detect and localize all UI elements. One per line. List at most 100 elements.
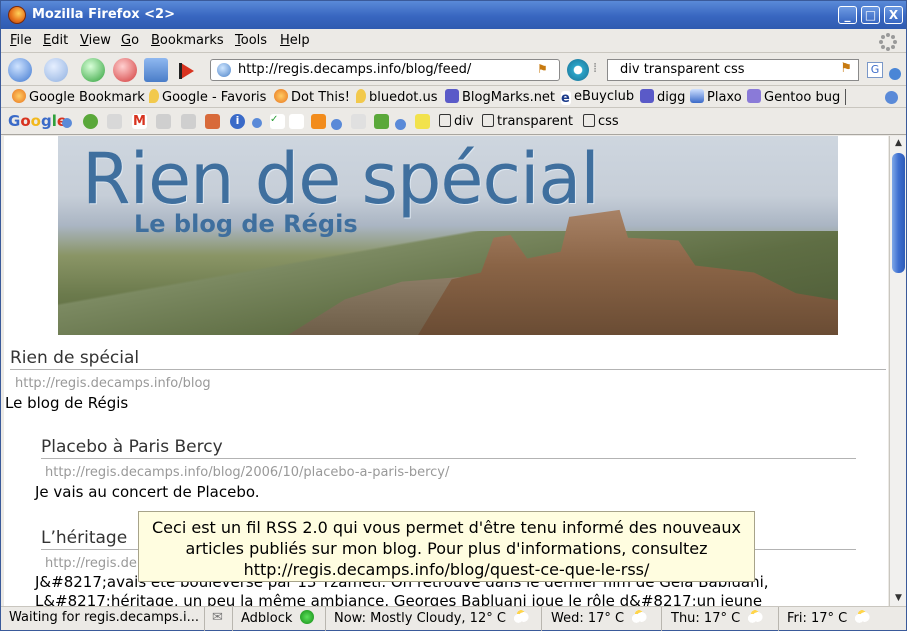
dropdown-icon[interactable] [252,118,262,128]
bookmark-icon [690,89,704,103]
feed-indicator-icon[interactable]: ⚑ [537,62,553,78]
lightbulb-icon [149,89,159,103]
tooltip-line: articles publiés sur mon blog. Pour plus… [185,539,708,558]
rss-icon[interactable] [311,114,326,129]
adblock-status[interactable]: Adblock [233,607,326,631]
rss-info-tooltip: Ceci est un fil RSS 2.0 qui vous permet … [138,511,755,582]
reload-icon[interactable] [81,58,105,82]
popup-blocker-icon[interactable] [205,114,220,129]
go-icon[interactable] [567,59,589,81]
bookmark-icon [274,89,288,103]
menu-view[interactable]: View [80,33,111,48]
back-arrow-icon[interactable] [156,114,171,129]
browser-window: Mozilla Firefox <2> _ □ X File Edit View… [0,0,907,631]
feed-link[interactable]: http://regis.decamps.info/blog [15,376,211,391]
scroll-up-icon[interactable]: ▲ [891,136,906,151]
menu-bookmarks[interactable]: Bookmarks [151,33,224,48]
bookmark-icon [640,89,654,103]
highlight-icon[interactable] [107,114,122,129]
item-description-line: L&#8217;héritage, un peu la même ambianc… [35,592,763,606]
search-term-icon [482,114,494,127]
title-bar: Mozilla Firefox <2> _ □ X [1,1,906,29]
back-icon[interactable] [8,58,32,82]
close-button[interactable]: X [884,6,903,24]
throbber-icon [879,33,897,51]
bookmark-gentoo-bug[interactable]: Gentoo bug [747,89,840,105]
url-text[interactable]: http://regis.decamps.info/blog/feed/ [238,62,471,77]
minimize-button[interactable]: _ [838,6,857,24]
menu-file[interactable]: File [10,33,32,48]
more-bookmarks-icon[interactable] [885,91,898,104]
bookmarks-toolbar: Google Bookmark Google - Favoris Dot Thi… [1,86,906,108]
bookmark-google-favoris[interactable]: Google - Favoris [149,89,266,105]
maximize-button[interactable]: □ [861,6,880,24]
rss-feed-icon[interactable] [179,62,195,80]
forward-arrow-icon[interactable] [181,114,196,129]
search-term-css[interactable]: css [583,114,619,129]
clover-icon[interactable] [83,114,98,129]
spellcheck-icon[interactable]: ✓ [270,114,285,129]
google-search-icon[interactable]: G [867,62,883,78]
weather-fri[interactable]: Fri: 17° C [779,607,906,631]
cloudy-icon [511,610,530,624]
google-logo[interactable]: Google [8,112,67,130]
tooltip-line: Ceci est un fil RSS 2.0 qui vous permet … [152,518,741,537]
url-bar[interactable]: http://regis.decamps.info/blog/feed/ ⚑ [210,59,560,81]
menu-go[interactable]: Go [121,33,139,48]
divider [10,369,886,370]
feed-title: Rien de spécial [10,348,140,368]
window-title: Mozilla Firefox <2> [32,7,175,22]
bookmark-ebuyclub[interactable]: e eBuyclub [561,89,634,106]
bookmark-google-bookmark[interactable]: Google Bookmark [12,89,145,105]
bookmark-digg[interactable]: digg [640,89,685,105]
gmail-icon[interactable]: M [132,114,147,129]
item-title: L’héritage [41,528,128,548]
info-icon[interactable]: i [230,114,245,129]
dropdown-icon[interactable] [62,118,72,128]
partly-cloudy-icon [630,610,649,624]
scroll-down-icon[interactable]: ▼ [891,591,906,606]
vertical-scrollbar[interactable]: ▲ ▼ [889,136,906,606]
item-link[interactable]: http://regis.de [45,556,137,571]
search-box[interactable]: div transparent css ⚑ [607,59,859,81]
menu-help[interactable]: Help [280,33,310,48]
partly-cloudy-icon [853,610,872,624]
autofill-icon[interactable] [289,114,304,129]
weather-now[interactable]: Now: Mostly Cloudy, 12° C [326,607,542,631]
divider [41,458,856,459]
bookmark-bluedot[interactable]: bluedot.us [356,89,438,105]
dropdown-icon[interactable] [395,119,406,130]
forward-icon[interactable] [44,58,68,82]
dropdown-icon[interactable] [331,119,342,130]
tooltip-line: http://regis.decamps.info/blog/quest-ce-… [243,560,650,579]
weather-wed[interactable]: Wed: 17° C [542,607,662,631]
search-term-div[interactable]: div [439,114,474,129]
weather-thu[interactable]: Thu: 17° C [662,607,779,631]
status-text: Waiting for regis.decamps.i... [1,607,205,631]
mail-icon[interactable]: ✉ [205,607,233,631]
bookmark-plaxo[interactable]: Plaxo [690,89,742,105]
menu-edit[interactable]: Edit [43,33,68,48]
bookmark-dot-this[interactable]: Dot This! [274,89,350,105]
dropdown-icon[interactable] [889,68,901,80]
menu-tools[interactable]: Tools [235,33,267,48]
status-bar: Waiting for regis.decamps.i... ✉ Adblock… [1,606,906,631]
globe-icon [217,63,231,77]
toolbar-splitter-icon: ⁞ [593,61,598,76]
search-term-transparent[interactable]: transparent [482,114,573,129]
feed-description: Le blog de Régis [5,394,129,412]
search-term-icon [583,114,595,127]
highlighter-icon[interactable] [415,114,430,129]
stop-icon[interactable] [113,58,137,82]
home-icon[interactable] [144,58,168,82]
bookmark-blogmarks[interactable]: BlogMarks.net [445,89,555,105]
search-engine-icon[interactable]: ⚑ [840,61,852,76]
item-link[interactable]: http://regis.decamps.info/blog/2006/10/p… [45,465,449,480]
bookmark-icon [12,89,26,103]
upload-icon[interactable] [374,114,389,129]
blog-banner: Rien de spécial Le blog de Régis [58,136,838,335]
search-text[interactable]: div transparent css [620,62,745,77]
lightbulb-icon [356,89,366,103]
page-icon[interactable] [351,114,366,129]
scroll-thumb[interactable] [892,153,905,273]
